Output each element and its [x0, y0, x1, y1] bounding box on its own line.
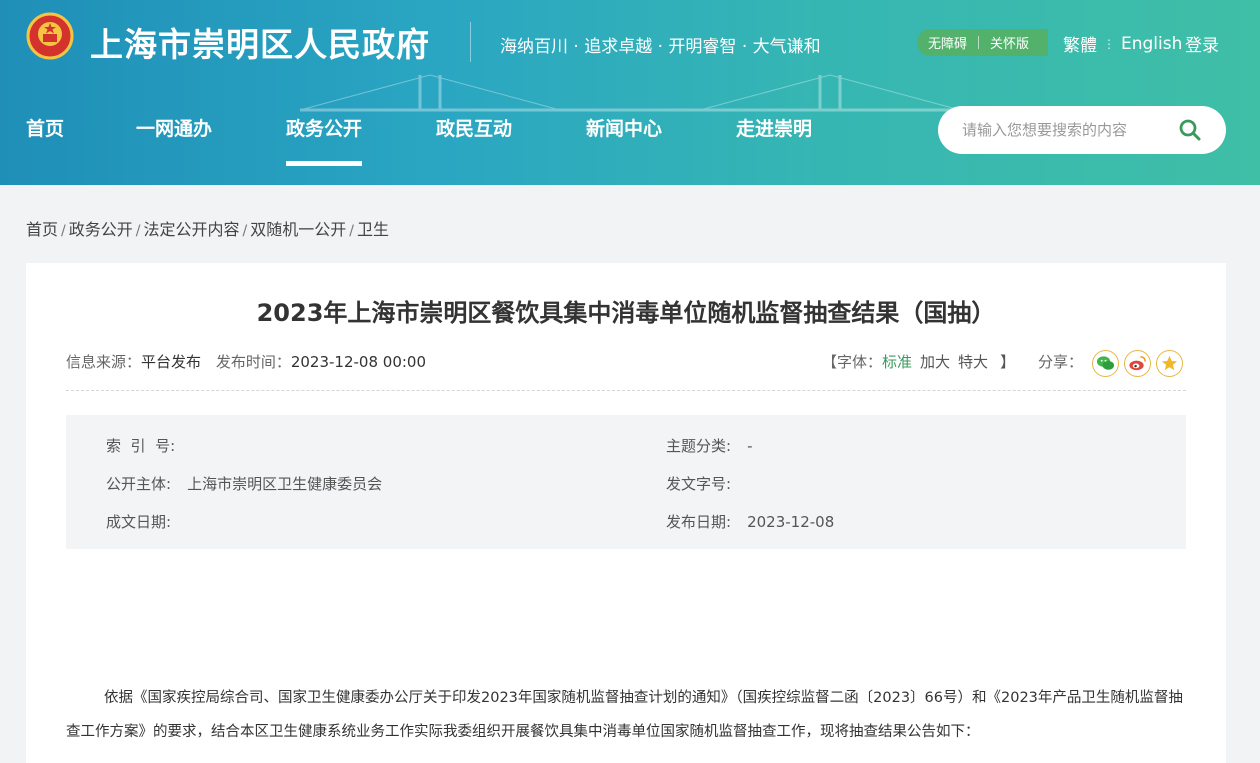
publish-date-value: 2023-12-08 [747, 513, 835, 531]
breadcrumb-separator: / [135, 223, 141, 239]
favorite-icon [1161, 355, 1178, 371]
language-switcher: 繁體 ⋮ English [1063, 31, 1182, 57]
nav-item-online-services[interactable]: 一网通办 [136, 114, 212, 166]
language-divider: ⋮ [1103, 36, 1115, 51]
meta-divider [66, 390, 1186, 391]
breadcrumb-separator: / [349, 223, 354, 239]
document-info-panel: 索 引 号: 主题分类: - 公开主体: 上海市崇明区卫生健康委员会 发文字号: 成… [66, 415, 1186, 549]
font-large-option[interactable]: 加大 [920, 353, 950, 371]
search-icon[interactable] [1178, 118, 1202, 142]
emblem-icon[interactable] [26, 12, 74, 60]
publisher-value: 上海市崇明区卫生健康委员会 [187, 475, 383, 493]
publish-time-label: 发布时间： [215, 353, 291, 371]
publish-date-label: 发布日期: [666, 513, 732, 531]
nav-item-interaction[interactable]: 政民互动 [436, 114, 512, 166]
font-standard-option[interactable]: 标准 [882, 353, 912, 371]
font-label-close: 】 [1000, 353, 1016, 371]
nav-item-home[interactable]: 首页 [26, 114, 64, 166]
wechat-share-button[interactable] [1092, 350, 1119, 377]
english-link[interactable]: English [1121, 34, 1182, 54]
breadcrumb-separator: / [242, 223, 248, 239]
nav-item-about-chongming[interactable]: 走进崇明 [736, 114, 812, 166]
font-size-control: 【字体：标准 加大 特大】 [822, 351, 1015, 372]
site-title[interactable]: 上海市崇明区人民政府 [90, 18, 430, 66]
site-slogan: 海纳百川 · 追求卓越 · 开明睿智 · 大气谦和 [500, 37, 821, 57]
favorite-share-button[interactable] [1156, 350, 1183, 377]
created-date: 成文日期: [106, 511, 187, 532]
article-card: 2023年上海市崇明区餐饮具集中消毒单位随机监督抽查结果（国抽） 信息来源：平台… [26, 263, 1226, 763]
publisher-label: 公开主体: [106, 475, 172, 493]
breadcrumb-statutory[interactable]: 法定公开内容 [143, 220, 239, 239]
site-header: 上海市崇明区人民政府 海纳百川 · 追求卓越 · 开明睿智 · 大气谦和 无障碍… [0, 0, 1260, 185]
title-divider [470, 22, 471, 62]
article-title: 2023年上海市崇明区餐饮具集中消毒单位随机监督抽查结果（国抽） [256, 299, 996, 327]
document-number: 发文字号: [666, 473, 747, 494]
accessibility-link[interactable]: 无障碍 [917, 33, 978, 52]
source-value: 平台发布 [141, 353, 202, 371]
nav-item-government-affairs[interactable]: 政务公开 [286, 114, 363, 166]
font-label: 【字体： [822, 353, 883, 371]
topic-category-value: - [747, 437, 753, 455]
topic-category: 主题分类: - [666, 435, 752, 456]
created-date-label: 成文日期: [106, 513, 172, 531]
care-mode-link[interactable]: 关怀版 [979, 33, 1040, 52]
article-body-paragraph: 依据《国家疾控局综合司、国家卫生健康委办公厅关于印发2023年国家随机监督抽查计… [66, 690, 1183, 740]
source-label: 信息来源： [66, 353, 142, 371]
breadcrumb-home[interactable]: 首页 [26, 220, 58, 239]
index-number-label: 索 引 号: [106, 437, 176, 455]
accessibility-toolbar: 无障碍 关怀版 [917, 29, 1048, 56]
search-input[interactable] [962, 121, 1172, 139]
font-xlarge-option[interactable]: 特大 [958, 353, 988, 371]
breadcrumb-double-random[interactable]: 双随机一公开 [250, 220, 346, 239]
weibo-icon [1129, 356, 1146, 371]
wechat-icon [1096, 356, 1115, 370]
index-number: 索 引 号: [106, 435, 191, 456]
search-box [938, 106, 1226, 154]
weibo-share-button[interactable] [1124, 350, 1151, 377]
publisher: 公开主体: 上海市崇明区卫生健康委员会 [106, 473, 382, 494]
breadcrumb: 首页 / 政务公开 / 法定公开内容 / 双随机一公开 / 卫生 [26, 216, 389, 240]
share-label: 分享： [1038, 353, 1084, 371]
login-link[interactable]: 登录 [1185, 31, 1219, 56]
nav-item-news[interactable]: 新闻中心 [586, 114, 662, 166]
article-meta: 信息来源：平台发布 发布时间：2023-12-08 00:00 [66, 351, 426, 372]
breadcrumb-government-affairs[interactable]: 政务公开 [69, 220, 133, 239]
topic-category-label: 主题分类: [666, 437, 732, 455]
publish-date: 发布日期: 2023-12-08 [666, 511, 834, 532]
breadcrumb-separator: / [61, 223, 66, 239]
publish-time-value: 2023-12-08 00:00 [290, 353, 426, 371]
document-number-label: 发文字号: [666, 475, 732, 493]
main-nav: 首页 一网通办 政务公开 政民互动 新闻中心 走进崇明 [0, 114, 920, 166]
breadcrumb-health[interactable]: 卫生 [357, 220, 389, 239]
traditional-chinese-link[interactable]: 繁體 [1063, 31, 1097, 56]
